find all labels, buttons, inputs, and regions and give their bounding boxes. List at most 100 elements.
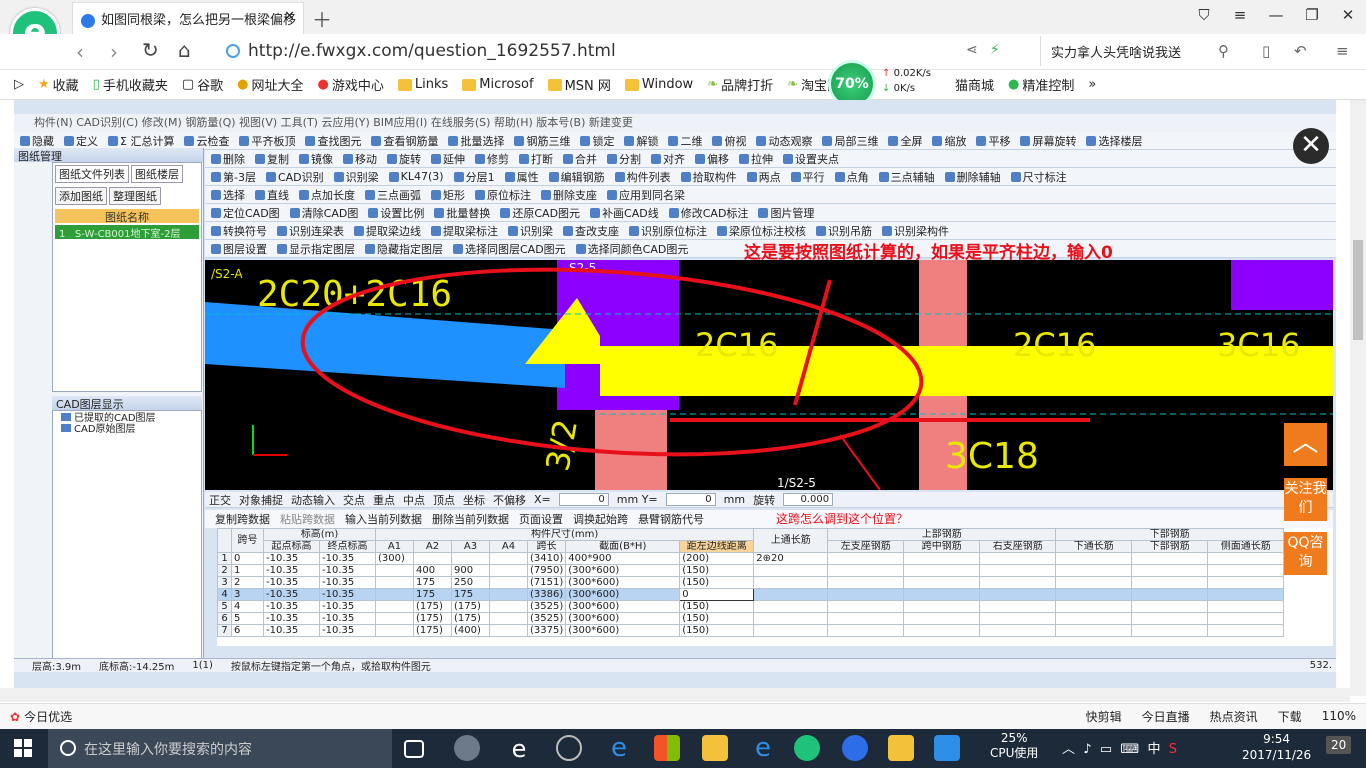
tb5-button[interactable]: 清除CAD图 <box>289 205 358 221</box>
bookmark-microsoft[interactable]: Microsof <box>462 77 534 92</box>
table-cell[interactable] <box>1207 600 1285 613</box>
table-row[interactable]: 4 3 -10.35 -10.35 175 175 (3386) (300*600) 0 <box>217 588 1285 601</box>
explorer-icon[interactable] <box>702 735 728 761</box>
table-cell[interactable]: (400) <box>451 624 490 637</box>
table-cell[interactable] <box>753 564 829 577</box>
search-icon[interactable]: ⚲ <box>1218 42 1229 60</box>
table-cell[interactable] <box>1055 624 1133 637</box>
table-cell[interactable] <box>1055 612 1133 625</box>
tab-close-icon[interactable]: ✕ <box>284 9 295 24</box>
tb7-button[interactable]: 显示指定图层 <box>277 241 355 257</box>
maximize-icon[interactable]: ❐ <box>1294 0 1330 32</box>
tb2-button[interactable]: 偏移 <box>695 151 729 167</box>
table-cell[interactable] <box>979 612 1057 625</box>
tab-drawing-floors[interactable]: 图纸楼层 <box>131 165 183 183</box>
table-cell[interactable]: (7950) <box>526 564 567 577</box>
bookmark-google[interactable]: ▢ 谷歌 <box>182 75 223 94</box>
bookmark-hao[interactable]: ● 网址大全 <box>237 75 303 94</box>
table-cell[interactable]: -10.35 <box>263 576 320 589</box>
table-cell[interactable]: (300*600) <box>565 576 681 589</box>
table-cell[interactable]: -10.35 <box>263 600 320 613</box>
table-row[interactable]: 1 0 -10.35 -10.35 (300) (3410) 400*900 (200) 2⊕2… <box>217 552 1285 565</box>
tb3-button[interactable]: 三点辅轴 <box>878 169 935 185</box>
table-cell[interactable] <box>903 624 981 637</box>
organize-drawing-button[interactable]: 整理图纸 <box>109 187 161 205</box>
360-browser-icon[interactable] <box>794 735 820 761</box>
table-cell[interactable] <box>979 552 1057 565</box>
phone-icon[interactable]: ▯ <box>1262 42 1270 60</box>
tb6-button[interactable]: 提取梁边线 <box>354 223 421 239</box>
tb2-button[interactable]: 拉伸 <box>739 151 773 167</box>
table-cell[interactable]: 5 <box>231 612 264 625</box>
edge-icon[interactable]: e <box>606 735 632 761</box>
more-icon[interactable]: ≡ <box>1336 42 1349 60</box>
tb2-button[interactable]: 删除 <box>211 151 245 167</box>
table-cell[interactable]: -10.35 <box>263 552 320 565</box>
forward-icon[interactable]: › <box>110 40 118 64</box>
table-cell[interactable]: 4 <box>217 588 232 601</box>
add-drawing-button[interactable]: 添加图纸 <box>55 187 107 205</box>
tb2-button[interactable]: 设置夹点 <box>783 151 839 167</box>
tb5-button[interactable]: 设置比例 <box>368 205 424 221</box>
y-input[interactable]: 0 <box>665 493 716 506</box>
table-cell[interactable]: 1 <box>217 552 232 565</box>
table-cell[interactable] <box>489 576 528 589</box>
table-cell[interactable] <box>375 576 414 589</box>
tb2-button[interactable]: 旋转 <box>387 151 421 167</box>
table-cell[interactable] <box>903 564 981 577</box>
table-cell[interactable]: (300*600) <box>565 564 681 577</box>
table-row[interactable]: 6 5 -10.35 -10.35 (175) (175) (3525) (300*600)(… <box>217 612 1285 625</box>
table-cell[interactable]: (175) <box>413 624 452 637</box>
table-cell[interactable] <box>489 564 528 577</box>
network-icon[interactable]: ▭ <box>1100 742 1112 757</box>
table-cell[interactable]: 2 <box>217 564 232 577</box>
table-cell[interactable] <box>489 588 528 601</box>
tb4-button[interactable]: 删除支座 <box>541 187 597 203</box>
table-cell[interactable] <box>753 576 829 589</box>
table-cell[interactable] <box>979 588 1057 601</box>
tb1-button[interactable]: Σ 汇总计算 <box>108 133 174 149</box>
bookmark-mobile[interactable]: ▯ 手机收藏夹 <box>93 75 168 94</box>
tb1-button[interactable]: 平移 <box>976 133 1010 149</box>
tb6-button[interactable]: 提取梁标注 <box>431 223 498 239</box>
share-icon[interactable]: ⋖ <box>966 42 978 58</box>
table-cell[interactable] <box>375 600 414 613</box>
table-cell[interactable]: 0 <box>231 552 264 565</box>
delete-column-button[interactable]: 删除当前列数据 <box>432 511 509 527</box>
table-cell[interactable]: -10.35 <box>263 564 320 577</box>
new-tab-icon[interactable]: ＋ <box>312 4 332 33</box>
table-cell[interactable] <box>827 576 905 589</box>
download-link[interactable]: 下载 <box>1278 708 1302 725</box>
table-cell[interactable] <box>903 576 981 589</box>
table-cell[interactable] <box>1055 552 1133 565</box>
tb2-button[interactable]: 修剪 <box>475 151 509 167</box>
offset-distance-cell[interactable]: (150) <box>679 612 755 625</box>
ortho-toggle[interactable]: 正交 <box>209 492 231 507</box>
ie-e-icon[interactable]: e <box>506 735 532 763</box>
tb7-button[interactable]: 选择同图层CAD图元 <box>453 241 566 257</box>
table-row[interactable]: 5 4 -10.35 -10.35 (175) (175) (3525) (300*600)(… <box>217 600 1285 613</box>
tb5-button[interactable]: 修改CAD标注 <box>668 205 748 221</box>
tb1-button[interactable]: 云检查 <box>184 133 229 149</box>
scroll-thumb[interactable] <box>1353 240 1363 340</box>
table-cell[interactable]: (7151) <box>526 576 567 589</box>
rotate-input[interactable]: 0.000 <box>783 493 834 506</box>
table-cell[interactable]: 175 <box>451 588 490 601</box>
table-cell[interactable]: (300*600) <box>565 588 681 601</box>
offset-distance-cell[interactable]: (150) <box>679 600 755 613</box>
table-cell[interactable]: -10.35 <box>319 588 376 601</box>
table-cell[interactable] <box>979 600 1057 613</box>
tb2-button[interactable]: 复制 <box>255 151 289 167</box>
table-cell[interactable]: (175) <box>413 612 452 625</box>
minimize-icon[interactable]: — <box>1258 0 1294 32</box>
fan-icon[interactable] <box>454 735 480 761</box>
image-close-button[interactable]: ✕ <box>1293 128 1329 164</box>
bookmark-tmall[interactable]: 猫商城 <box>955 75 994 94</box>
cantilever-code-button[interactable]: 悬臂钢筋代号 <box>638 511 704 527</box>
table-cell[interactable]: -10.35 <box>319 624 376 637</box>
notification-count[interactable]: 20 <box>1326 736 1352 754</box>
table-cell[interactable] <box>1055 600 1133 613</box>
undo-icon[interactable]: ↶ <box>1294 42 1307 60</box>
tb1-button[interactable]: 锁定 <box>580 133 614 149</box>
tb1-button[interactable]: 查看钢筋量 <box>371 133 438 149</box>
